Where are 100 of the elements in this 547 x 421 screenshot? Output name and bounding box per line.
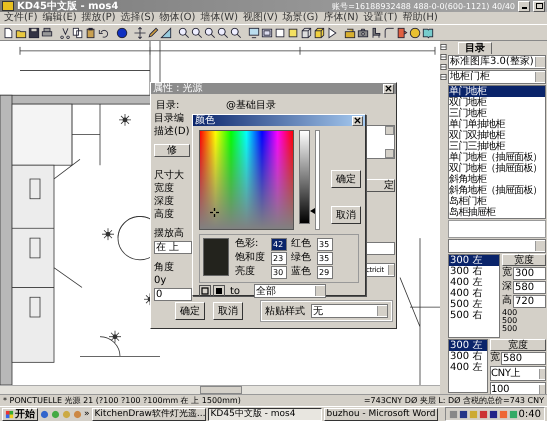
paste-style-select[interactable]: 无 <box>311 304 388 318</box>
number-field[interactable]: 29 <box>317 266 333 279</box>
restore-button[interactable] <box>533 0 545 12</box>
quantity-select[interactable]: 100 <box>490 382 546 394</box>
ok-button[interactable]: 确定 <box>175 302 205 320</box>
magnifier-icon[interactable] <box>217 26 229 38</box>
variant-list-item[interactable]: 300 左 <box>449 340 487 352</box>
more-button[interactable]: » <box>84 408 90 420</box>
ok-button[interactable]: 确定 <box>331 170 361 188</box>
text-field[interactable] <box>365 242 395 255</box>
square-icon[interactable] <box>274 26 286 38</box>
menu-item[interactable]: 场景(G) <box>282 12 324 24</box>
library-select[interactable]: 标准图库3.0(整家) <box>448 55 546 69</box>
description-area[interactable] <box>365 125 395 159</box>
menu-item[interactable]: 序体(N) <box>323 12 364 24</box>
variant-list-item[interactable]: 500 左 <box>449 299 499 310</box>
menu-item[interactable]: 摆放(P) <box>82 12 121 24</box>
variant-list-item[interactable]: 300 右 <box>449 351 487 362</box>
cancel-button[interactable]: 取消 <box>213 302 243 320</box>
camera-icon[interactable] <box>357 26 369 38</box>
horizontal-scrollbar[interactable] <box>0 385 440 394</box>
taskbar-button[interactable]: buzhou - Microsoft Word <box>324 408 438 420</box>
ruler-icon[interactable] <box>160 26 172 38</box>
cabinet-list-item[interactable]: 斜角地柜 <box>449 174 545 185</box>
menu-item[interactable]: 编辑(E) <box>42 12 82 24</box>
cabinet-list-item[interactable]: 岛柜门柜 <box>449 196 545 207</box>
currency-select[interactable]: CNY上 <box>490 366 546 382</box>
play-icon[interactable] <box>326 26 338 38</box>
filled-square-icon[interactable] <box>213 285 225 297</box>
cabinet-list-item[interactable]: 三门三抽地柜 <box>449 140 545 152</box>
close-button[interactable] <box>352 116 363 126</box>
number-field[interactable]: 23 <box>271 252 287 265</box>
printer-icon[interactable] <box>41 26 53 38</box>
cabinet-list-item[interactable]: 单门地柜（抽屉面板） <box>449 152 545 163</box>
door-icon[interactable] <box>396 26 408 38</box>
variant-list-item[interactable]: 500 右 <box>449 310 499 322</box>
cabinet-list-item[interactable]: 双门双抽地柜 <box>449 130 545 141</box>
chair-icon[interactable] <box>370 26 382 38</box>
tool-icon[interactable] <box>440 73 447 81</box>
cabinet-list-item[interactable]: 双门地柜（抽屉面板） <box>449 162 545 174</box>
scissors-icon[interactable] <box>59 26 71 38</box>
paste-icon[interactable] <box>85 26 97 38</box>
magnifier-icon[interactable] <box>204 26 216 38</box>
copy-icon[interactable] <box>72 26 84 38</box>
cube-icon[interactable] <box>313 26 325 38</box>
dimension-field[interactable]: 720 <box>513 295 546 308</box>
menu-item[interactable]: 帮助(H) <box>402 12 443 24</box>
number-field[interactable]: 30 <box>271 266 287 279</box>
menu-item[interactable]: 选择(S) <box>120 12 160 24</box>
menu-item[interactable]: 视图(V) <box>243 12 283 24</box>
outline-square-icon[interactable] <box>199 285 211 297</box>
close-button[interactable] <box>383 84 394 94</box>
dimension-field[interactable]: 580 <box>501 352 546 366</box>
cabinet-list-item[interactable]: 单门地柜 <box>449 86 545 97</box>
cancel-button[interactable]: 取消 <box>331 206 361 224</box>
tool-icon[interactable] <box>440 63 447 71</box>
menu-item[interactable]: 物体(O) <box>160 12 200 24</box>
luminance-bar[interactable] <box>299 130 310 224</box>
variant-list-item[interactable]: 400 左 <box>449 362 487 374</box>
tool-icon[interactable] <box>440 43 447 51</box>
number-field[interactable]: 35 <box>317 252 333 265</box>
magnifier-icon[interactable] <box>178 26 190 38</box>
menu-item[interactable]: 设置(T) <box>364 12 403 24</box>
variant-list-item[interactable]: 400 右 <box>449 288 499 300</box>
menu-item[interactable]: 墙体(W) <box>200 12 244 24</box>
cabinet-list-item[interactable]: 三门地柜 <box>449 108 545 119</box>
tool-icon[interactable] <box>440 53 447 61</box>
box-icon[interactable] <box>344 26 356 38</box>
apply-select[interactable]: 全部 <box>254 284 326 298</box>
cabinet-list-item[interactable]: 岛柜抽屉柜 <box>449 206 545 218</box>
minimize-button[interactable] <box>518 0 530 12</box>
monitor-icon[interactable] <box>248 26 260 38</box>
magnifier-icon[interactable] <box>230 26 242 38</box>
cabinet-list-item[interactable]: 双门地柜 <box>449 96 545 108</box>
cabinet-list-item[interactable]: 单门单抽地柜 <box>449 118 545 130</box>
move-icon[interactable] <box>134 26 146 38</box>
cabinet-list-item[interactable]: 斜角地柜（抽屉面板） <box>449 184 545 196</box>
pencil-icon[interactable] <box>147 26 159 38</box>
start-button[interactable]: 开始 <box>2 408 38 420</box>
corner-icon[interactable] <box>383 26 395 38</box>
angle-field[interactable]: 0 <box>154 288 192 301</box>
option-select[interactable] <box>448 239 546 254</box>
variant-list-item[interactable]: 400 左 <box>449 277 499 288</box>
number-field[interactable]: 42 <box>271 238 287 251</box>
variant-list-item[interactable]: 300 右 <box>449 266 499 278</box>
color-spectrum[interactable] <box>199 130 294 230</box>
magnifier-icon[interactable] <box>191 26 203 38</box>
width-button[interactable]: 宽度 <box>502 254 546 266</box>
square-icon[interactable] <box>287 26 299 38</box>
variant-list-item[interactable]: 300 左 <box>449 255 499 266</box>
dimension-field[interactable]: 300 <box>513 267 546 280</box>
catalog-tab[interactable]: 目录 <box>458 42 492 54</box>
width-button[interactable]: 宽度 <box>490 339 546 352</box>
modify-button[interactable]: 修 <box>154 144 190 157</box>
luminance-slider-thumb[interactable] <box>310 208 315 214</box>
category-select[interactable]: 地柜门柜 <box>448 70 546 84</box>
file-icon[interactable] <box>2 26 14 38</box>
side-button[interactable]: 定 <box>365 179 395 192</box>
menu-item[interactable]: 文件(F) <box>4 12 43 24</box>
placement-field[interactable]: 在 上 <box>154 241 192 254</box>
